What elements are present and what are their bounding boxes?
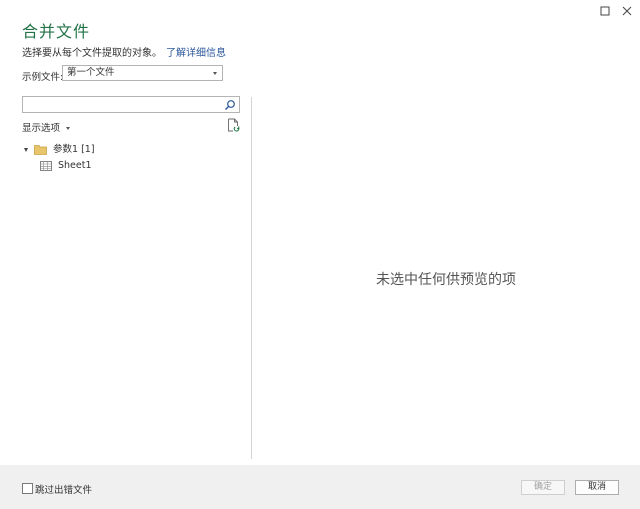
sample-file-value: 第一个文件	[67, 67, 115, 78]
combine-files-dialog: 合并文件 选择要从每个文件提取的对象。 了解详细信息 示例文件: 第一个文件 显示…	[0, 0, 640, 509]
cancel-button[interactable]: 取消	[575, 480, 619, 495]
tree-item-sheet[interactable]: Sheet1	[40, 160, 92, 174]
maximize-icon	[600, 6, 610, 16]
skip-errors-label[interactable]: 跳过出错文件	[35, 482, 92, 496]
chevron-down-icon	[66, 127, 71, 130]
sheet-label: Sheet1	[58, 160, 92, 171]
refresh-document-icon[interactable]	[227, 118, 240, 132]
folder-icon	[34, 145, 47, 155]
display-options-label: 显示选项	[22, 123, 61, 134]
folder-label: 参数1 [1]	[53, 144, 95, 155]
dialog-subtitle: 选择要从每个文件提取的对象。 了解详细信息	[22, 44, 226, 59]
display-options-button[interactable]: 显示选项	[22, 120, 71, 134]
skip-errors-checkbox[interactable]	[22, 483, 33, 494]
close-button[interactable]	[620, 3, 634, 17]
navigator-search-input[interactable]	[22, 96, 240, 113]
preview-empty-message: 未选中任何供预览的项	[376, 272, 516, 288]
close-icon	[622, 6, 632, 16]
sample-file-label: 示例文件:	[22, 72, 64, 83]
sample-file-dropdown[interactable]: 第一个文件	[62, 65, 223, 81]
dialog-title: 合并文件	[22, 22, 91, 41]
tree-item-folder[interactable]: 参数1 [1]	[24, 141, 95, 155]
maximize-button[interactable]	[598, 3, 612, 17]
table-icon	[40, 160, 52, 171]
search-icon[interactable]	[224, 99, 236, 111]
learn-more-link[interactable]: 了解详细信息	[166, 48, 226, 59]
expand-arrow-icon[interactable]	[24, 147, 28, 152]
subtitle-text: 选择要从每个文件提取的对象。	[22, 48, 162, 59]
ok-button[interactable]: 确定	[521, 480, 565, 495]
chevron-down-icon	[213, 72, 217, 75]
